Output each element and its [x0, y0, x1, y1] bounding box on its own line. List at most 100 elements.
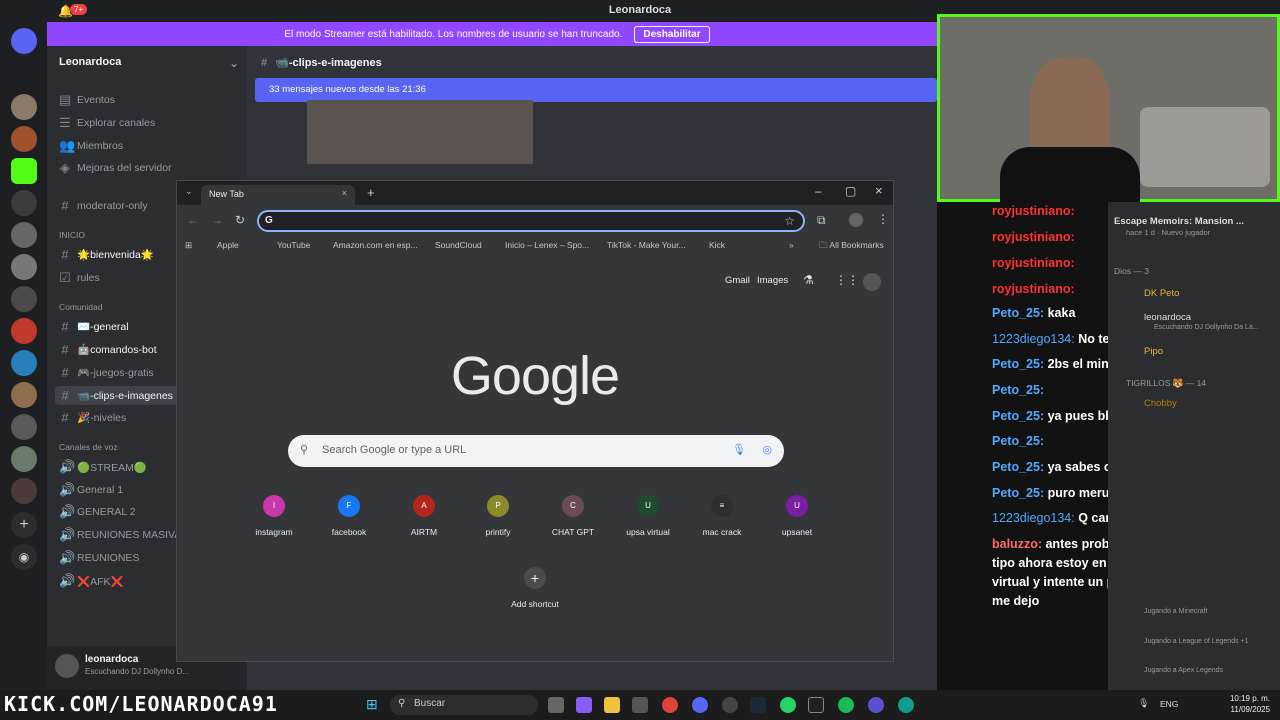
bookmark-soundcloud[interactable]: SoundCloud [435, 240, 482, 250]
chevron-down-icon[interactable]: ⌄ [229, 56, 239, 70]
menu-events[interactable]: ▤ Eventos [59, 92, 115, 108]
server-name[interactable]: Leonardoca [59, 56, 121, 68]
server-icon[interactable] [11, 94, 37, 120]
server-icon[interactable] [11, 126, 37, 152]
server-icon[interactable] [11, 350, 37, 376]
maximize-icon[interactable]: ▢ [845, 184, 856, 198]
channel-rules[interactable]: ☑ rules [59, 270, 100, 286]
shortcut-upsanet[interactable]: Uupsanet [760, 495, 834, 537]
category-inicio[interactable]: INICIO [59, 230, 85, 240]
apps-grid-icon[interactable]: ⋮⋮ [835, 273, 859, 287]
spotify-icon[interactable] [838, 697, 854, 713]
channel-comandos-bot[interactable]: # 🤖comandos-bot [59, 342, 156, 357]
obs-icon[interactable] [722, 697, 738, 713]
all-bookmarks[interactable]: 🗀 All Bookmarks [819, 240, 884, 254]
voice-channel-general-2[interactable]: 🔊 GENERAL 2 [59, 504, 136, 520]
add-server-icon[interactable]: + [11, 512, 37, 538]
server-icon[interactable] [11, 414, 37, 440]
member-leonardoca[interactable]: leonardoca [1144, 312, 1191, 323]
voice-channel-general-1[interactable]: 🔊 General 1 [59, 482, 123, 498]
menu-browse-channels[interactable]: ☰ Explorar canales [59, 115, 155, 131]
explorer-icon[interactable] [604, 697, 620, 713]
shortcut-facebook[interactable]: Ffacebook [312, 495, 386, 537]
mic-tray-icon[interactable]: 🎙 [1138, 698, 1149, 709]
activity-title[interactable]: Escape Memoirs: Mansion ... [1114, 216, 1244, 227]
images-link[interactable]: Images [757, 275, 788, 286]
taskview-icon[interactable] [548, 697, 564, 713]
menu-boosts[interactable]: ◈ Mejoras del servidor [59, 160, 172, 176]
labs-icon[interactable]: ⚗ [803, 273, 814, 287]
clock[interactable]: 10:19 p. m. 11/09/2025 [1200, 693, 1270, 715]
category-comunidad[interactable]: Comunidad [59, 302, 102, 312]
copilot-icon[interactable] [576, 697, 592, 713]
bookmark-tiktok[interactable]: TikTok - Make Your... [607, 240, 686, 250]
server-icon[interactable] [11, 446, 37, 472]
channel-general[interactable]: # ✉️-general [59, 319, 128, 334]
apps-icon[interactable]: ⊞ [185, 240, 192, 251]
language-indicator[interactable]: ENG [1160, 699, 1178, 709]
close-window-icon[interactable]: × [875, 183, 883, 198]
account-avatar[interactable] [863, 273, 881, 291]
profile-icon[interactable] [849, 213, 863, 227]
new-messages-bar[interactable]: 33 mensajes nuevos desde las 21:36 [255, 78, 937, 102]
app-icon[interactable] [808, 697, 824, 713]
shortcut-instagram[interactable]: Iinstagram [237, 495, 311, 537]
back-icon[interactable]: ← [187, 213, 199, 227]
tab-new-tab[interactable]: New Tab × [201, 185, 355, 205]
disable-streamer-button[interactable]: Deshabilitar [634, 25, 710, 43]
member-chobby[interactable]: Chobby [1144, 398, 1177, 409]
server-icon[interactable] [11, 222, 37, 248]
tab-search-icon[interactable]: ⌄ [185, 186, 193, 197]
whatsapp-icon[interactable] [780, 697, 796, 713]
message-image[interactable] [307, 100, 533, 164]
app-icon[interactable] [868, 697, 884, 713]
taskbar-search[interactable]: ⚲ Buscar [390, 695, 538, 715]
add-shortcut[interactable]: + Add shortcut [498, 567, 572, 609]
close-tab-icon[interactable]: × [342, 188, 347, 198]
bookmark-youtube[interactable]: YouTube [277, 240, 310, 250]
bookmark-amazon[interactable]: Amazon.com en esp... [333, 240, 418, 250]
voice-channel-reuniones-masivas[interactable]: 🔊 REUNIONES MASIVAS [59, 527, 188, 543]
avatar[interactable] [55, 654, 79, 678]
discord-icon[interactable] [692, 697, 708, 713]
menu-icon[interactable]: ⋮ [877, 212, 889, 226]
channel-juegos-gratis[interactable]: # 🎮-juegos-gratis [59, 365, 153, 380]
forward-icon[interactable]: → [211, 213, 223, 227]
edge-icon[interactable] [898, 697, 914, 713]
extensions-icon[interactable]: ⧉ [817, 213, 826, 228]
shortcut-airtm[interactable]: A AIRTM [387, 495, 461, 537]
bookmark-kick[interactable]: Kick [709, 240, 725, 250]
reload-icon[interactable]: ↻ [235, 213, 245, 227]
shortcut-chatgpt[interactable]: C CHAT GPT [536, 495, 610, 537]
bookmark-apple[interactable]: Apple [217, 240, 239, 250]
store-icon[interactable] [632, 697, 648, 713]
channel-niveles[interactable]: # 🎉-niveles [59, 410, 126, 425]
menu-members[interactable]: 👥 Miembros [59, 138, 123, 154]
voice-channel-reuniones[interactable]: 🔊 REUNIONES [59, 550, 139, 566]
channel-bienvenida[interactable]: # 🌟bienvenida🌟 [59, 247, 154, 262]
chrome-icon[interactable] [662, 697, 678, 713]
server-icon[interactable] [11, 286, 37, 312]
shortcut-printify[interactable]: Pprintify [461, 495, 535, 537]
bookmark-spotify[interactable]: Inicio – Lenex – Spo... [505, 240, 589, 250]
shortcut-mac-crack[interactable]: ≡ mac crack [685, 495, 759, 537]
steam-icon[interactable] [750, 697, 766, 713]
voice-channel-stream[interactable]: 🔊 🟢STREAM🟢 [59, 459, 147, 475]
more-bookmarks-icon[interactable]: » [789, 240, 794, 250]
category-voz[interactable]: Canales de voz [59, 442, 118, 452]
server-icon[interactable] [11, 478, 37, 504]
explore-icon[interactable]: ◉ [11, 544, 37, 570]
accessibility-icon[interactable] [11, 190, 37, 216]
discord-home-icon[interactable] [11, 28, 37, 54]
channel-moderator-only[interactable]: # moderator-only [59, 198, 147, 213]
star-icon[interactable]: ☆ [784, 214, 795, 228]
server-icon[interactable] [11, 318, 37, 344]
omnibox[interactable]: G ☆ [257, 210, 805, 232]
google-search-box[interactable]: ⚲ Search Google or type a URL 🎙 ◎ [288, 435, 784, 467]
voice-channel-afk[interactable]: 🔊 ❌AFK❌ [59, 573, 124, 589]
minimize-icon[interactable]: – [815, 184, 822, 198]
server-icon[interactable] [11, 254, 37, 280]
mic-icon[interactable]: 🎙 [732, 443, 746, 456]
server-icon[interactable] [11, 382, 37, 408]
gmail-link[interactable]: Gmail [725, 275, 750, 286]
